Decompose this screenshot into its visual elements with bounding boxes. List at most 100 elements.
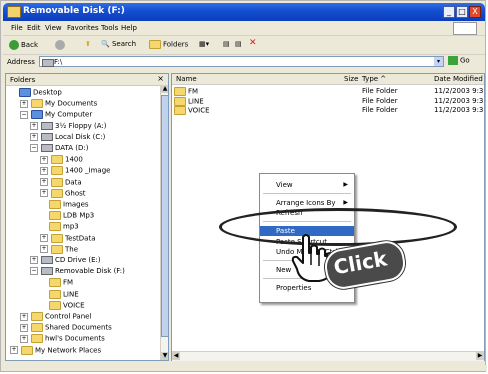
tree-item[interactable]: + TestData <box>40 233 96 243</box>
computer-icon <box>31 110 43 120</box>
address-input[interactable]: F:\ ▾ <box>39 56 444 67</box>
scroll-down-icon[interactable]: ▼ <box>161 352 168 360</box>
folder-icon <box>174 87 186 96</box>
file-date: 11/2/2003 9:3 <box>434 87 484 95</box>
tree-item-label: LDB Mp3 <box>63 211 95 220</box>
expand-icon[interactable]: + <box>40 166 48 175</box>
tree-item-label: LINE <box>63 290 79 299</box>
expand-icon[interactable]: + <box>20 312 28 321</box>
expand-icon[interactable]: + <box>20 323 28 332</box>
collapse-icon[interactable]: − <box>30 267 38 276</box>
tree-item[interactable]: + Control Panel <box>20 312 91 321</box>
expand-icon[interactable]: + <box>40 155 48 164</box>
expand-icon[interactable]: + <box>40 245 48 254</box>
up-folder-icon[interactable]: ⬆ <box>85 40 91 48</box>
tree-item[interactable]: + CD Drive (E:) <box>30 256 101 265</box>
expand-icon[interactable]: + <box>10 346 18 355</box>
collapse-icon[interactable]: − <box>20 110 28 119</box>
collapse-icon[interactable]: − <box>30 144 38 152</box>
tree-item[interactable]: + My Network Places <box>10 345 101 355</box>
tree-item[interactable]: +3½ Floppy (A:) <box>30 121 107 131</box>
tree-item[interactable]: − DATA (D:) <box>30 144 88 153</box>
tree-item[interactable]: − My Computer <box>20 110 92 120</box>
column-date[interactable]: Date Modified <box>434 75 483 83</box>
scroll-right-icon[interactable]: ▶ <box>476 352 484 360</box>
tree-item[interactable]: + Data <box>40 177 82 187</box>
expand-icon[interactable]: + <box>40 178 48 187</box>
folder-icon <box>7 6 21 18</box>
tree-item[interactable]: + hwl's Documents <box>20 334 105 344</box>
tree-item[interactable]: + Shared Documents <box>20 323 112 333</box>
file-name[interactable]: FM <box>174 87 198 96</box>
tree-item[interactable]: + Ghost <box>40 188 86 198</box>
tree-item[interactable]: + My Documents <box>20 99 97 109</box>
menu-help[interactable]: Help <box>121 24 137 32</box>
expand-icon[interactable]: + <box>40 189 48 198</box>
search-button[interactable]: 🔍 Search <box>101 40 136 48</box>
column-name[interactable]: Name <box>176 75 197 83</box>
tree-scrollbar[interactable]: ▲ ▼ <box>160 85 168 360</box>
expand-icon[interactable]: + <box>30 121 38 130</box>
menu-file[interactable]: File <box>11 24 23 32</box>
tree-item[interactable]: LINE <box>40 289 79 299</box>
expand-icon[interactable]: + <box>20 334 28 343</box>
tree-item[interactable]: +1400 _Image <box>40 166 110 176</box>
title-bar[interactable]: Removable Disk (F:) _ □ X <box>3 3 485 21</box>
tree-item[interactable]: + Local Disk (C:) <box>30 132 105 142</box>
ctx-separator <box>263 193 351 194</box>
back-button[interactable]: Back <box>9 40 38 50</box>
file-type: File Folder <box>362 87 398 95</box>
menu-edit[interactable]: Edit <box>27 24 41 32</box>
file-name[interactable]: VOICE <box>174 106 210 115</box>
ctx-arrange-icons[interactable]: Arrange Icons By ▶ <box>260 198 354 208</box>
address-label: Address <box>7 58 35 66</box>
tree-item[interactable]: Images <box>40 200 89 209</box>
folders-pane-title: Folders <box>10 76 36 84</box>
menu-view[interactable]: View <box>45 24 62 32</box>
expand-icon[interactable]: + <box>30 256 38 264</box>
file-name[interactable]: LINE <box>174 96 204 106</box>
column-type[interactable]: Type ^ <box>362 75 386 83</box>
scroll-up-icon[interactable]: ▲ <box>161 85 168 93</box>
column-size[interactable]: Size <box>344 75 358 83</box>
move-to-icon[interactable]: ▤ <box>223 40 230 48</box>
menu-tools[interactable]: Tools <box>101 24 118 32</box>
forward-button[interactable] <box>55 40 67 50</box>
tree-item[interactable]: LDB Mp3 <box>40 211 95 221</box>
delete-icon[interactable]: ✕ <box>249 38 257 48</box>
maximize-button[interactable]: □ <box>456 6 468 18</box>
tree-item[interactable]: VOICE <box>40 300 85 310</box>
horizontal-scrollbar[interactable]: ◀ ▶ <box>172 351 484 361</box>
tree-item[interactable]: FM <box>40 278 74 288</box>
ctx-view[interactable]: View ▶ <box>260 180 354 190</box>
close-pane-icon[interactable]: × <box>157 74 164 83</box>
tree-item-label: FM <box>63 278 74 287</box>
tree-item[interactable]: Desktop <box>10 88 62 97</box>
expand-icon[interactable]: + <box>40 234 48 243</box>
tree-item[interactable]: − Removable Disk (F:) <box>30 267 125 276</box>
tree-item-label: Images <box>63 200 89 209</box>
scroll-thumb[interactable] <box>161 95 168 337</box>
chevron-down-icon[interactable]: ▾ <box>434 57 443 66</box>
tree-item-label: The <box>65 245 79 254</box>
folders-button[interactable]: Folders <box>149 40 188 49</box>
drive-icon <box>41 267 53 276</box>
tree-item[interactable]: +1400 <box>40 155 83 165</box>
expand-icon[interactable]: + <box>20 99 28 108</box>
go-button[interactable]: Go <box>448 56 482 67</box>
tree-item[interactable]: + The <box>40 244 79 254</box>
folder-icon <box>31 312 43 321</box>
file-type: File Folder <box>362 96 398 105</box>
expand-icon[interactable]: + <box>30 132 38 141</box>
scroll-left-icon[interactable]: ◀ <box>172 352 180 360</box>
copy-to-icon[interactable]: ▤ <box>235 40 242 48</box>
menu-favorites[interactable]: Favorites <box>67 24 99 32</box>
tree-item[interactable]: mp3 <box>40 222 79 232</box>
folder-icon <box>31 99 43 109</box>
views-button[interactable]: ▦▾ <box>199 40 209 48</box>
tree-item-label: 3½ Floppy (A:) <box>55 121 107 130</box>
minimize-button[interactable]: _ <box>443 6 455 18</box>
close-button[interactable]: X <box>469 6 481 18</box>
